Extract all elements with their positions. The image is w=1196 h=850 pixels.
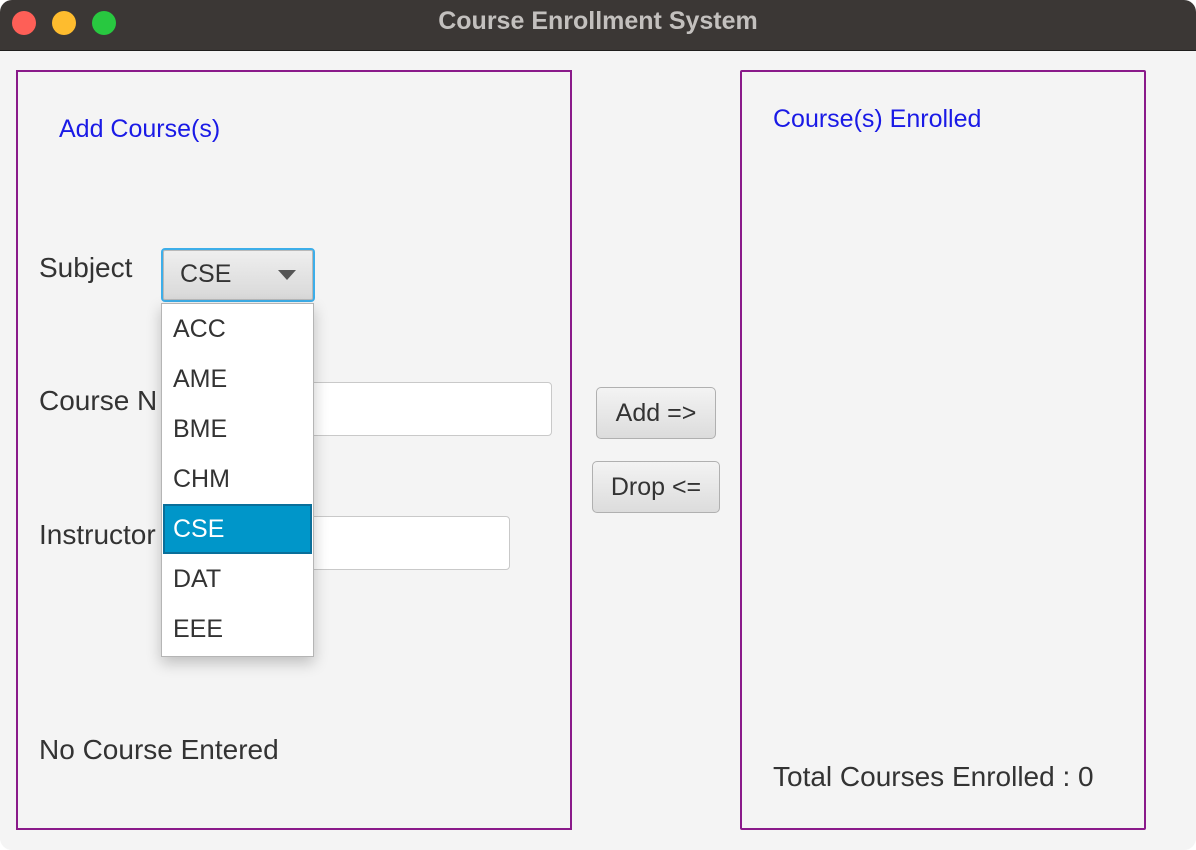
subject-option-cse[interactable]: CSE [163, 504, 312, 554]
instructor-label: Instructor [39, 519, 156, 550]
chevron-down-icon [278, 270, 296, 280]
subject-option-dat[interactable]: DAT [163, 554, 312, 604]
window-title: Course Enrollment System [438, 7, 758, 35]
course-number-label: Course N [39, 385, 158, 416]
enrolled-courses-panel: Course(s) Enrolled Total Courses Enrolle… [740, 70, 1146, 830]
subject-option-ame[interactable]: AME [163, 354, 312, 404]
subject-dropdown-list[interactable]: ACC AME BME CHM CSE DAT EEE [161, 303, 314, 657]
status-text: No Course Entered [39, 734, 279, 765]
subject-selected-value: CSE [180, 260, 232, 288]
main-content: Add Course(s) Subject Course N Instructo… [0, 51, 1196, 850]
course-number-input[interactable] [298, 382, 552, 436]
subject-option-acc[interactable]: ACC [163, 304, 312, 354]
title-bar[interactable]: Course Enrollment System [0, 0, 1196, 51]
subject-combo-box[interactable]: CSE [161, 248, 315, 302]
app-window: Course Enrollment System Add Course(s) S… [0, 0, 1196, 850]
instructor-input[interactable] [298, 516, 510, 570]
add-course-button[interactable]: Add => [596, 387, 716, 439]
subject-label: Subject [39, 252, 133, 283]
enrolled-courses-heading: Course(s) Enrolled [773, 105, 982, 133]
total-courses-enrolled: Total Courses Enrolled : 0 [773, 761, 1094, 792]
subject-option-bme[interactable]: BME [163, 404, 312, 454]
add-course-heading: Add Course(s) [59, 115, 221, 143]
subject-option-eee[interactable]: EEE [163, 604, 312, 654]
subject-option-chm[interactable]: CHM [163, 454, 312, 504]
drop-course-button[interactable]: Drop <= [592, 461, 720, 513]
